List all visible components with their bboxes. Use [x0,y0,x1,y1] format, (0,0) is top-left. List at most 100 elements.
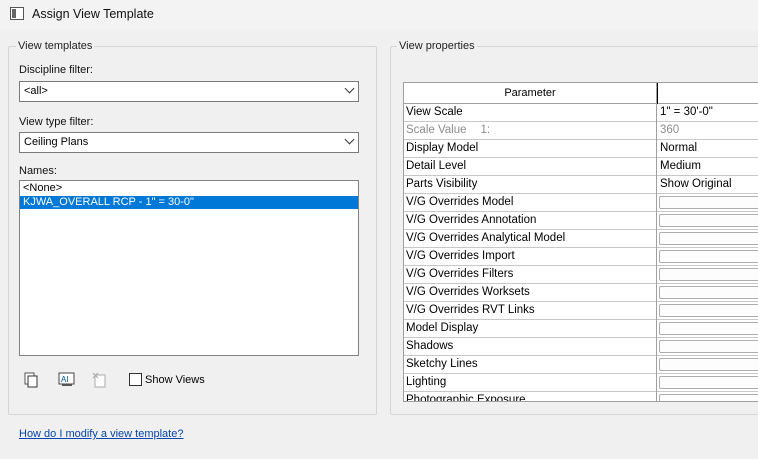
property-name: V/G Overrides Model [404,194,657,212]
property-row[interactable]: V/G Overrides Annotation [404,212,758,230]
view-properties-group-label: View properties [397,40,477,52]
property-name: Sketchy Lines [404,356,657,374]
property-name-text: Detail Level [406,160,467,172]
property-name: V/G Overrides Filters [404,266,657,284]
property-name-text: Model Display [406,322,479,334]
property-name-text: View Scale [406,106,463,118]
duplicate-button[interactable] [21,370,41,390]
view-type-filter-value: Ceiling Plans [24,136,89,148]
duplicate-icon [24,372,38,388]
edit-override-button[interactable] [659,286,758,299]
property-name: Scale Value 1: [404,122,657,140]
edit-override-button[interactable] [659,232,758,245]
edit-override-button[interactable] [659,250,758,263]
edit-override-button[interactable] [659,376,758,389]
show-views-option[interactable]: Show Views [129,373,205,386]
grid-header: Parameter [404,83,758,104]
property-name: V/G Overrides Import [404,248,657,266]
property-name: Parts Visibility [404,176,657,194]
help-link[interactable]: How do I modify a view template? [19,428,183,440]
property-value[interactable]: Normal [660,140,758,158]
property-row[interactable]: Sketchy Lines [404,356,758,374]
property-name: V/G Overrides RVT Links [404,302,657,320]
view-type-filter-dropdown[interactable]: Ceiling Plans [19,132,359,153]
edit-override-button[interactable] [659,268,758,281]
value-column-header[interactable] [657,83,758,104]
property-row[interactable]: V/G Overrides Model [404,194,758,212]
property-name: V/G Overrides Annotation [404,212,657,230]
names-label: Names: [19,165,57,177]
show-views-label: Show Views [145,373,205,386]
property-name: Model Display [404,320,657,338]
property-name-text: V/G Overrides Import [406,250,515,262]
property-row[interactable]: Detail Level Medium [404,158,758,176]
edit-override-button[interactable] [659,394,758,401]
property-name-text: Parts Visibility [406,178,478,190]
property-name-text: V/G Overrides Model [406,196,514,208]
rename-button[interactable]: AI [57,370,77,390]
property-name: Shadows [404,338,657,356]
property-row[interactable]: View Scale 1" = 30'-0" [404,104,758,122]
parameter-column-header[interactable]: Parameter [404,83,657,104]
edit-override-button[interactable] [659,304,758,317]
property-value[interactable]: 1" = 30'-0" [660,104,758,122]
property-name: Photographic Exposure [404,392,657,402]
property-name-text: V/G Overrides Analytical Model [406,232,566,244]
window-title: Assign View Template [32,7,154,21]
property-row[interactable]: Scale Value 1: 360 [404,122,758,140]
property-name: Display Model [404,140,657,158]
edit-override-button[interactable] [659,196,758,209]
property-row[interactable]: Photographic Exposure [404,392,758,402]
property-name: V/G Overrides Analytical Model [404,230,657,248]
property-row[interactable]: Parts Visibility Show Original [404,176,758,194]
property-row[interactable]: Model Display [404,320,758,338]
chevron-down-icon [344,134,355,145]
discipline-filter-label: Discipline filter: [19,64,93,76]
property-row[interactable]: V/G Overrides Worksets [404,284,758,302]
edit-override-button[interactable] [659,214,758,227]
property-row[interactable]: Lighting [404,374,758,392]
svg-text:AI: AI [61,375,69,384]
edit-override-button[interactable] [659,340,758,353]
discipline-filter-value: <all> [24,85,48,97]
property-name-text: Display Model [406,142,479,154]
view-type-filter-label: View type filter: [19,116,94,128]
property-name-text: V/G Overrides Filters [406,268,514,280]
names-listbox[interactable]: <None> KJWA_OVERALL RCP - 1" = 30-0" [19,180,359,356]
property-name: V/G Overrides Worksets [404,284,657,302]
scale-prefix-text: 1: [480,124,491,136]
property-row[interactable]: V/G Overrides Import [404,248,758,266]
view-properties-grid[interactable]: Parameter View Scale 1" = 30'-0" Scale Val… [403,82,758,402]
list-item-none[interactable]: <None> [20,182,358,195]
property-name-text: V/G Overrides RVT Links [406,304,535,316]
delete-button[interactable] [90,370,110,390]
edit-override-button[interactable] [659,322,758,335]
property-name: Lighting [404,374,657,392]
property-name-text: V/G Overrides Annotation [406,214,537,226]
property-name-text: Scale Value [406,124,467,136]
property-value[interactable]: Show Original [660,176,758,194]
title-bar: Assign View Template [0,0,758,30]
rename-icon: AI [58,372,75,386]
show-views-checkbox[interactable] [129,373,142,386]
app-window-icon [10,7,24,20]
property-name-text: Shadows [406,340,454,352]
property-name: View Scale [404,104,657,122]
property-name: Detail Level [404,158,657,176]
property-name-text: Lighting [406,376,447,388]
property-row[interactable]: V/G Overrides Analytical Model [404,230,758,248]
property-row[interactable]: Display Model Normal [404,140,758,158]
property-name-text: Photographic Exposure [406,394,526,402]
property-name-text: V/G Overrides Worksets [406,286,530,298]
property-row[interactable]: V/G Overrides Filters [404,266,758,284]
property-value[interactable]: Medium [660,158,758,176]
chevron-down-icon [344,83,355,94]
edit-override-button[interactable] [659,358,758,371]
list-item-kjwa-overall-rcp[interactable]: KJWA_OVERALL RCP - 1" = 30-0" [20,196,358,209]
view-templates-group-label: View templates [16,40,95,52]
property-row[interactable]: Shadows [404,338,758,356]
delete-icon [92,372,106,388]
property-row[interactable]: V/G Overrides RVT Links [404,302,758,320]
property-value: 360 [660,124,680,136]
discipline-filter-dropdown[interactable]: <all> [19,81,359,102]
